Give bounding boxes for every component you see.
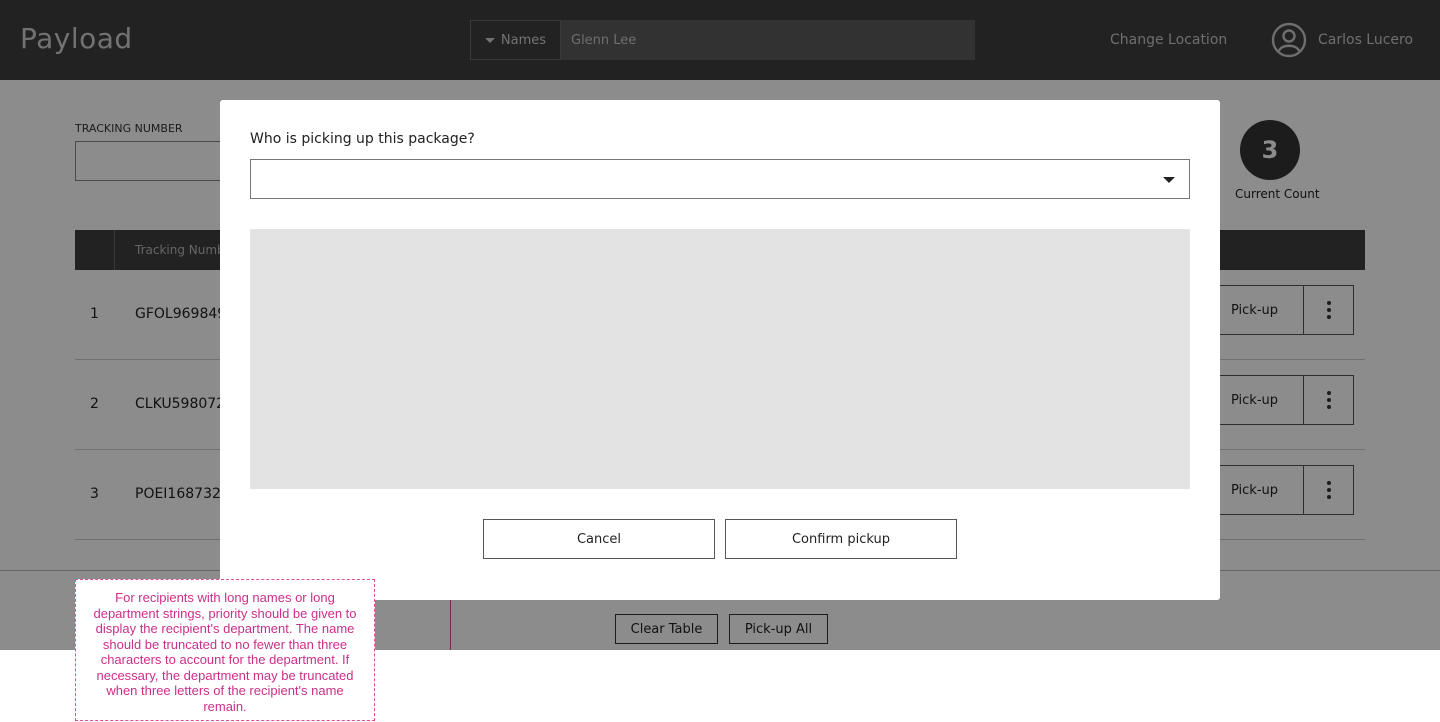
cancel-button[interactable]: Cancel <box>483 519 715 559</box>
caret-down-icon <box>1163 177 1175 183</box>
recipient-select[interactable] <box>250 159 1190 199</box>
confirm-pickup-button[interactable]: Confirm pickup <box>725 519 957 559</box>
pickup-modal: Who is picking up this package? Cancel C… <box>220 100 1220 600</box>
modal-question: Who is picking up this package? <box>250 131 475 147</box>
signature-panel[interactable] <box>250 229 1190 489</box>
design-annotation-note: For recipients with long names or long d… <box>75 579 375 721</box>
app-window: Payload Names Glenn Lee Change Location … <box>0 0 1440 650</box>
